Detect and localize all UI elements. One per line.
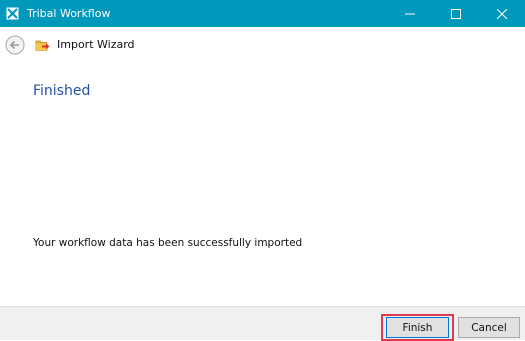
wizard-header: Import Wizard (0, 27, 525, 63)
status-message: Your workflow data has been successfully… (33, 237, 303, 249)
close-button[interactable] (479, 0, 525, 27)
minimize-icon (405, 13, 415, 14)
import-wizard-icon (35, 40, 50, 51)
window-title: Tribal Workflow (27, 7, 111, 20)
maximize-button[interactable] (433, 0, 479, 27)
finish-button[interactable]: Finish (386, 317, 449, 338)
app-icon (6, 7, 19, 20)
cancel-button[interactable]: Cancel (458, 317, 520, 338)
maximize-icon (451, 8, 461, 19)
button-bar: Finish Cancel (0, 306, 525, 341)
minimize-button[interactable] (387, 0, 433, 27)
back-button[interactable] (5, 35, 25, 55)
close-icon (497, 8, 507, 19)
wizard-title: Import Wizard (57, 38, 135, 51)
title-bar: Tribal Workflow (0, 0, 525, 27)
page-heading: Finished (33, 83, 91, 99)
